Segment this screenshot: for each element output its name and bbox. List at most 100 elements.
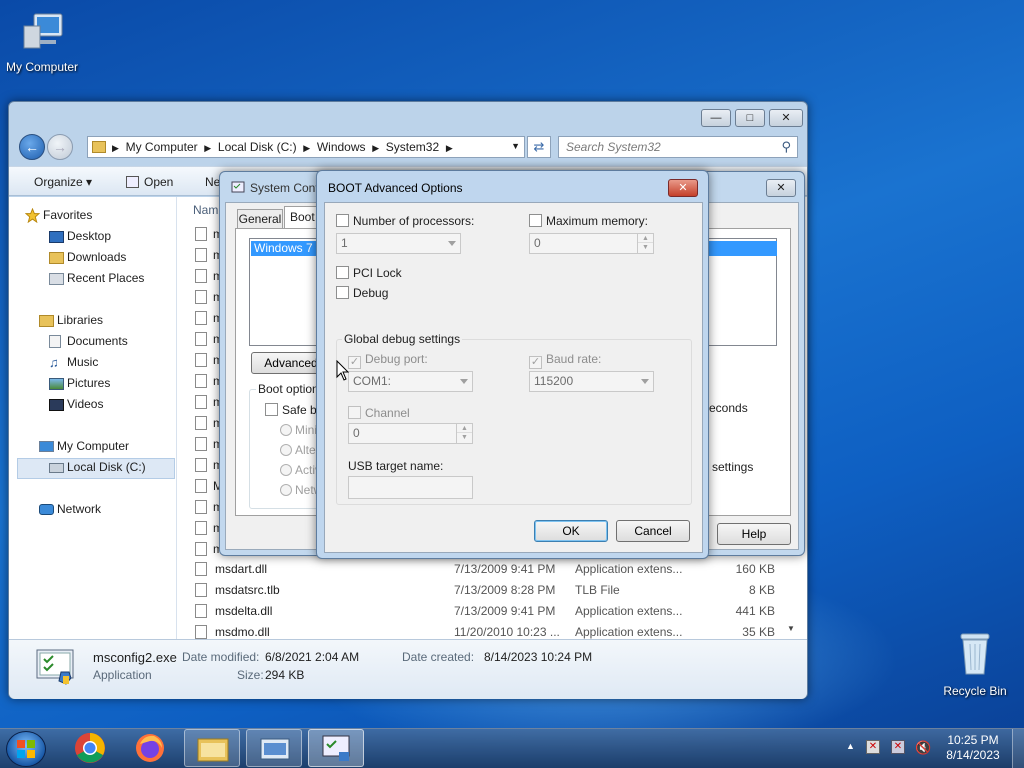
table-row[interactable]: msdart.dll 7/13/2009 9:41 PM Application e… xyxy=(195,559,785,580)
mouse-cursor-icon xyxy=(336,360,350,381)
file-icon xyxy=(195,562,207,576)
max-memory-checkbox[interactable]: Maximum memory: xyxy=(529,214,648,228)
max-memory-spinner[interactable]: 0 ▲ ▼ xyxy=(529,233,654,254)
network-status-icon[interactable]: ✕ xyxy=(891,740,905,754)
usb-target-input[interactable] xyxy=(348,476,473,499)
table-row[interactable]: msdelta.dll 7/13/2009 9:41 PM Application … xyxy=(195,601,785,622)
details-date-modified-label: Date modified: xyxy=(182,650,260,664)
breadcrumb-my-computer[interactable]: My Computer xyxy=(126,140,198,154)
baud-rate-dropdown[interactable]: 115200 xyxy=(529,371,654,392)
tab-general[interactable]: General xyxy=(237,209,283,229)
show-desktop-button[interactable] xyxy=(1012,729,1024,768)
nav-local-disk[interactable]: Local Disk (C:) xyxy=(49,457,146,478)
documents-icon xyxy=(49,335,61,348)
channel-spinner[interactable]: 0 ▲ ▼ xyxy=(348,423,473,444)
baud-rate-checkbox[interactable]: ✓ Baud rate: xyxy=(529,352,601,369)
file-icon xyxy=(195,290,207,304)
file-icon xyxy=(195,625,207,639)
safe-boot-alternate-radio[interactable]: Alter xyxy=(280,443,320,457)
num-processors-checkbox[interactable]: Number of processors: xyxy=(336,214,474,228)
volume-muted-icon[interactable]: 🔇 xyxy=(915,740,931,756)
num-processors-dropdown[interactable]: 1 xyxy=(336,233,461,254)
action-center-icon[interactable]: ✕ xyxy=(866,740,880,754)
show-hidden-icons-button[interactable]: ▲ xyxy=(846,741,855,751)
details-date-modified: 6/8/2021 2:04 AM xyxy=(265,650,360,664)
minimize-button[interactable]: — xyxy=(701,109,731,127)
chrome-icon xyxy=(75,733,105,763)
maximize-button[interactable]: □ xyxy=(735,109,765,127)
desktop-icon-my-computer[interactable]: My Computer xyxy=(0,10,84,74)
debug-checkbox[interactable]: Debug xyxy=(336,286,388,300)
back-button[interactable]: ← xyxy=(19,134,45,160)
cancel-button[interactable]: Cancel xyxy=(616,520,690,542)
taskbar-msconfig[interactable] xyxy=(308,729,364,767)
taskbar-firefox[interactable] xyxy=(122,729,178,767)
timeout-seconds-label: econds xyxy=(709,401,748,415)
spinner-arrows-icon[interactable]: ▲ ▼ xyxy=(637,234,653,253)
nav-my-computer[interactable]: My Computer xyxy=(39,436,129,457)
clock-date: 8/14/2023 xyxy=(946,748,1000,762)
table-row[interactable]: msdatsrc.tlb 7/13/2009 8:28 PM TLB File 8 K… xyxy=(195,580,785,601)
close-button[interactable]: ✕ xyxy=(769,109,803,127)
file-type: Application extens... xyxy=(575,604,683,618)
taskbar-remote-window[interactable] xyxy=(246,729,302,767)
safe-boot-active-radio[interactable]: Activ xyxy=(280,463,321,477)
channel-checkbox[interactable]: Channel xyxy=(348,406,410,420)
details-size-label: Size: xyxy=(237,668,264,682)
details-file-name: msconfig2.exe xyxy=(93,650,177,665)
ok-button[interactable]: OK xyxy=(534,520,608,542)
search-input[interactable]: Search System32 ⚲ xyxy=(558,136,798,158)
sysconfig-title: System Conf xyxy=(250,181,319,195)
file-name: msdelta.dll xyxy=(215,604,273,618)
nav-videos[interactable]: Videos xyxy=(49,394,103,415)
address-dropdown-icon[interactable]: ▼ xyxy=(511,141,520,151)
sysconfig-close-button[interactable]: ✕ xyxy=(766,179,796,197)
file-icon xyxy=(195,458,207,472)
help-button[interactable]: Help xyxy=(717,523,791,545)
table-row[interactable]: msdmo.dll 11/20/2010 10:23 ... Application… xyxy=(195,622,785,643)
breadcrumb-local-disk[interactable]: Local Disk (C:) xyxy=(218,140,297,154)
clock-time: 10:25 PM xyxy=(947,733,999,747)
file-icon xyxy=(195,479,207,493)
taskbar-explorer[interactable] xyxy=(184,729,240,767)
organize-button[interactable]: Organize ▾ xyxy=(34,175,92,189)
desktop-icon-recycle-bin[interactable]: Recycle Bin xyxy=(933,630,1017,698)
taskbar-chrome[interactable] xyxy=(62,729,118,767)
breadcrumb: ▶ My Computer ▶ Local Disk (C:) ▶ Window… xyxy=(112,140,453,154)
address-bar[interactable]: ▶ My Computer ▶ Local Disk (C:) ▶ Window… xyxy=(87,136,525,158)
details-date-created-label: Date created: xyxy=(402,650,475,664)
firefox-icon xyxy=(136,734,164,762)
details-date-created: 8/14/2023 10:24 PM xyxy=(484,650,593,664)
nav-documents[interactable]: Documents xyxy=(49,331,128,352)
debug-port-dropdown[interactable]: COM1: xyxy=(348,371,473,392)
nav-downloads[interactable]: Downloads xyxy=(49,247,126,268)
forward-button[interactable]: → xyxy=(47,134,73,160)
nav-music[interactable]: ♫ Music xyxy=(49,352,98,373)
refresh-button[interactable]: ⇄ xyxy=(527,136,551,158)
file-icon xyxy=(195,583,207,597)
nav-favorites[interactable]: Favorites xyxy=(25,205,92,226)
nav-libraries[interactable]: Libraries xyxy=(39,310,103,331)
safe-boot-checkbox[interactable]: Safe bo xyxy=(265,403,323,417)
nav-desktop[interactable]: Desktop xyxy=(49,226,111,247)
clock[interactable]: 10:25 PM 8/14/2023 xyxy=(942,733,1004,763)
file-icon xyxy=(195,374,207,388)
nav-recent-places[interactable]: Recent Places xyxy=(49,268,144,289)
open-button[interactable]: Open xyxy=(126,175,173,189)
breadcrumb-system32[interactable]: System32 xyxy=(386,140,439,154)
start-button[interactable] xyxy=(6,731,46,767)
nav-pictures[interactable]: Pictures xyxy=(49,373,110,394)
nav-network[interactable]: Network xyxy=(39,499,101,520)
msconfig-app-icon xyxy=(322,735,350,761)
pictures-icon xyxy=(49,378,64,390)
file-icon xyxy=(195,521,207,535)
dialog-close-button[interactable]: ✕ xyxy=(668,179,698,197)
msconfig-title-icon xyxy=(231,181,245,193)
debug-port-checkbox[interactable]: ✓ Debug port: xyxy=(348,352,428,369)
pci-lock-checkbox[interactable]: PCI Lock xyxy=(336,266,402,280)
breadcrumb-windows[interactable]: Windows xyxy=(317,140,366,154)
column-header-name[interactable]: Nam xyxy=(193,203,218,217)
spinner-arrows-icon[interactable]: ▲ ▼ xyxy=(456,424,472,443)
folder-icon xyxy=(92,141,106,153)
scroll-down-arrow[interactable]: ▼ xyxy=(787,624,795,633)
